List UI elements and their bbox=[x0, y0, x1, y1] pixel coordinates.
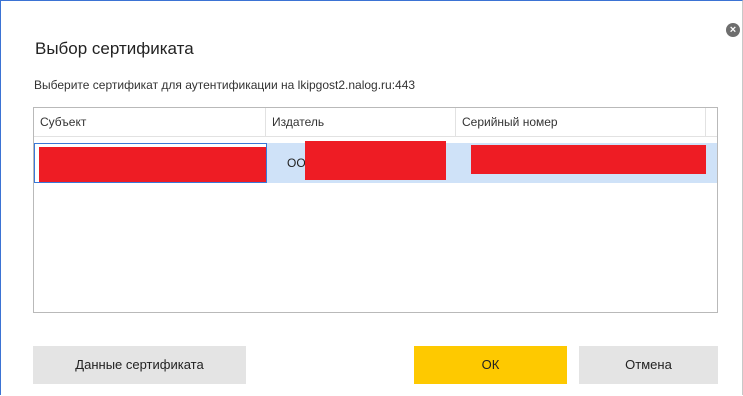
dialog-title: Выбор сертификата bbox=[35, 39, 194, 58]
certificate-details-button[interactable]: Данные сертификата bbox=[33, 346, 246, 384]
certificate-table: Субъект Издатель Серийный номер ООО bbox=[33, 107, 718, 313]
redaction-mark bbox=[305, 141, 446, 180]
table-header: Субъект Издатель Серийный номер bbox=[34, 108, 717, 137]
cell-subject[interactable] bbox=[34, 143, 267, 183]
cancel-button[interactable]: Отмена bbox=[579, 346, 718, 384]
redaction-mark bbox=[39, 147, 266, 182]
certificate-dialog: × Выбор сертификата Выберите сертификат … bbox=[0, 0, 743, 396]
ok-button[interactable]: ОК bbox=[414, 346, 567, 384]
dialog-subtitle: Выберите сертификат для аутентификации н… bbox=[34, 78, 416, 92]
column-header-serial[interactable]: Серийный номер bbox=[456, 108, 706, 136]
column-header-subject[interactable]: Субъект bbox=[34, 108, 266, 136]
cell-issuer[interactable]: ООО bbox=[267, 141, 457, 183]
column-header-issuer[interactable]: Издатель bbox=[266, 108, 456, 136]
redaction-mark bbox=[471, 145, 706, 174]
cell-serial[interactable] bbox=[457, 143, 717, 183]
close-icon[interactable]: × bbox=[726, 23, 740, 37]
table-row[interactable]: ООО bbox=[34, 141, 717, 183]
